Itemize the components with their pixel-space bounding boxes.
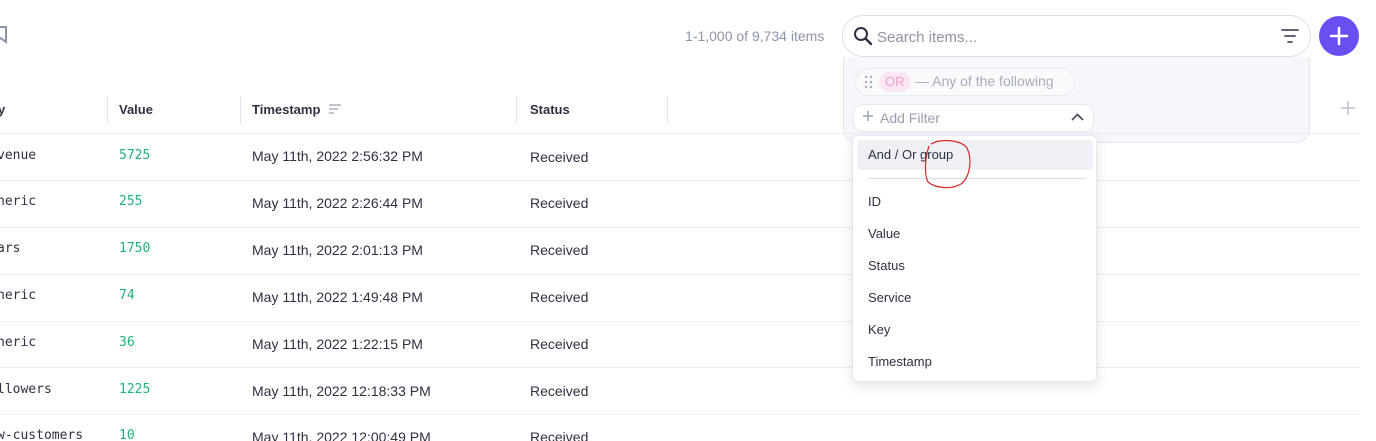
- cell-status: Received: [530, 336, 589, 352]
- add-column-plus-icon[interactable]: [1340, 100, 1356, 116]
- cell-status: Received: [530, 242, 589, 258]
- cell-key: venue: [0, 148, 37, 163]
- cell-value: 10: [119, 428, 135, 441]
- column-header-value[interactable]: Value: [119, 102, 153, 117]
- cell-status: Received: [530, 195, 589, 211]
- cell-key: neric: [0, 335, 37, 350]
- cell-timestamp: May 11th, 2022 2:26:44 PM: [252, 195, 423, 211]
- cell-key: ars: [0, 241, 21, 256]
- chevron-up-icon[interactable]: [1071, 113, 1084, 121]
- row-divider: [0, 180, 1360, 181]
- cell-status: Received: [530, 383, 589, 399]
- cell-status: Received: [530, 149, 589, 165]
- row-divider: [0, 321, 1360, 322]
- add-item-button[interactable]: [1319, 16, 1359, 56]
- menu-item-timestamp[interactable]: Timestamp: [853, 347, 1096, 377]
- menu-item-status[interactable]: Status: [853, 251, 1096, 281]
- search-icon: [854, 27, 873, 46]
- cell-status: Received: [530, 289, 589, 305]
- item-count: 1-1,000 of 9,734 items: [685, 28, 825, 44]
- add-filter-menu: And / Or group ID Value Status Service K…: [852, 135, 1097, 382]
- group-description: — Any of the following: [915, 73, 1054, 89]
- cell-timestamp: May 11th, 2022 12:18:33 PM: [252, 383, 431, 399]
- cell-value: 5725: [119, 148, 151, 163]
- plus-icon: [863, 111, 873, 121]
- row-divider: [0, 414, 1360, 415]
- cell-value: 36: [119, 335, 135, 350]
- column-divider[interactable]: [107, 96, 108, 124]
- annotation-circle: [924, 139, 971, 189]
- menu-item-and-or-group[interactable]: And / Or group: [857, 140, 1093, 170]
- drag-handle-icon[interactable]: [864, 75, 873, 89]
- add-filter-label: Add Filter: [880, 110, 940, 126]
- cell-value: 1750: [119, 241, 151, 256]
- filter-lines-icon[interactable]: [1280, 27, 1300, 45]
- row-divider: [0, 227, 1360, 228]
- cell-timestamp: May 11th, 2022 1:49:48 PM: [252, 289, 423, 305]
- menu-divider: [868, 178, 1086, 179]
- menu-item-value[interactable]: Value: [853, 219, 1096, 249]
- row-divider: [0, 367, 1360, 368]
- sort-icon[interactable]: [328, 103, 342, 115]
- row-divider: [0, 133, 1360, 134]
- column-divider[interactable]: [667, 96, 668, 124]
- cell-key: llowers: [0, 382, 52, 397]
- plus-icon: [1329, 26, 1349, 46]
- menu-item-id[interactable]: ID: [853, 187, 1096, 217]
- bookmark-icon[interactable]: [0, 26, 8, 44]
- cell-value: 74: [119, 288, 135, 303]
- cell-status: Received: [530, 429, 589, 441]
- column-divider[interactable]: [240, 96, 241, 124]
- column-divider[interactable]: [516, 96, 517, 124]
- column-header-key[interactable]: y: [0, 102, 5, 117]
- or-badge[interactable]: OR: [879, 72, 911, 92]
- menu-item-key[interactable]: Key: [853, 315, 1096, 345]
- search-input[interactable]: [877, 26, 1267, 48]
- column-header-status[interactable]: Status: [530, 102, 570, 117]
- cell-key: neric: [0, 288, 37, 303]
- cell-value: 255: [119, 194, 143, 209]
- cell-timestamp: May 11th, 2022 2:56:32 PM: [252, 148, 423, 164]
- cell-timestamp: May 11th, 2022 12:00:49 PM: [252, 429, 431, 441]
- cell-key: w-customers: [0, 428, 84, 441]
- cell-key: neric: [0, 194, 37, 209]
- cell-timestamp: May 11th, 2022 2:01:13 PM: [252, 242, 423, 258]
- cell-value: 1225: [119, 382, 151, 397]
- menu-item-service[interactable]: Service: [853, 283, 1096, 313]
- row-divider: [0, 274, 1360, 275]
- cell-timestamp: May 11th, 2022 1:22:15 PM: [252, 336, 423, 352]
- column-header-timestamp[interactable]: Timestamp: [252, 102, 320, 117]
